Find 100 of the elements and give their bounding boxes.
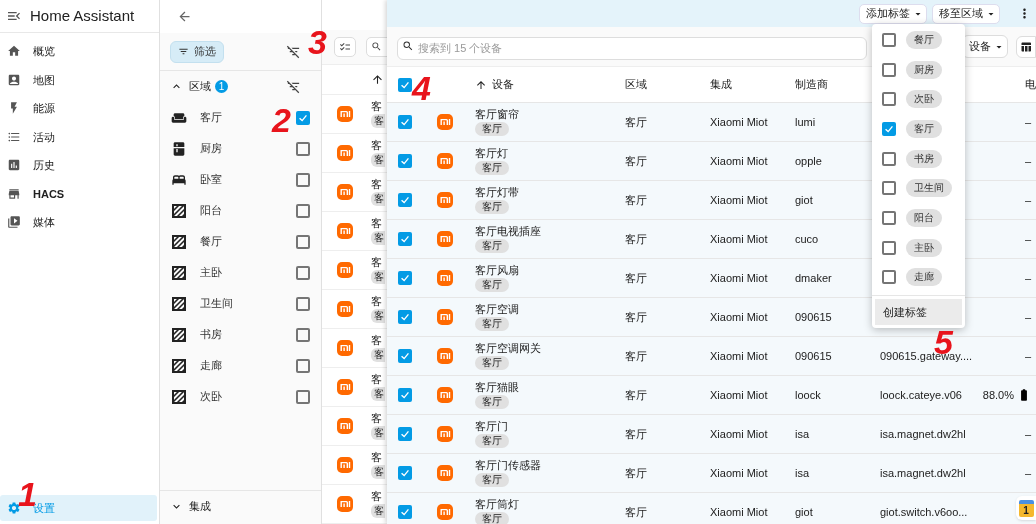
create-tag-item[interactable]: 创建标签 [875,299,962,326]
checkbox[interactable] [882,270,896,285]
device-name: 客 [371,451,382,464]
xiaomi-logo-icon [337,184,353,200]
checkbox[interactable] [398,271,412,285]
table-cell: 客厅 [625,271,647,284]
back-arrow-icon[interactable] [177,9,192,24]
device-name: 客 [371,412,382,425]
checkbox[interactable] [296,358,310,373]
sidebar-item[interactable]: HACS [0,179,159,208]
table-cell: 客厅 [625,193,647,206]
checkbox[interactable] [398,505,412,519]
sidebar-item[interactable]: 媒体 [0,208,159,237]
toolbar-button[interactable]: 添加标签 [859,3,927,24]
checklist-icon [339,40,351,53]
tag-chip[interactable]: 主卧 [906,238,942,257]
tag-chip[interactable]: 客厅 [906,119,942,138]
tag-chip[interactable]: 次卧 [906,90,942,109]
checkbox[interactable] [398,154,412,168]
checkbox[interactable] [398,115,412,129]
sidebar-item[interactable]: 概览 [0,37,159,66]
handwritten-number: 4 [412,68,431,109]
tag-chip[interactable]: 餐厅 [906,30,942,49]
group-by-button[interactable]: 设备 [962,35,1008,58]
search-field[interactable] [366,36,387,57]
area-chip: 客 [371,348,385,362]
tag-chip[interactable]: 书房 [906,149,942,168]
clear-filter-icon[interactable] [286,79,301,94]
column-header[interactable]: 制造商 [795,78,828,91]
area-chip: 客厅 [475,356,509,370]
checkbox[interactable] [882,62,896,77]
column-header[interactable]: 集成 [710,78,732,91]
checkbox[interactable] [296,110,310,125]
table-settings-button[interactable] [1016,35,1036,58]
xiaomi-logo-icon [437,348,453,364]
checkbox[interactable] [398,310,412,324]
checkbox[interactable] [398,466,412,480]
sidebar-item[interactable]: 历史 [0,151,159,180]
checkbox[interactable] [296,203,310,218]
tag-chip[interactable]: 走廊 [906,268,942,287]
device-name: 客厅风扇 [475,264,519,277]
area-chip: 客 [371,387,385,401]
checkbox[interactable] [296,389,310,404]
checkbox[interactable] [882,210,896,225]
sidebar-item[interactable]: 能源 [0,94,159,123]
checkbox[interactable] [398,388,412,402]
checkbox[interactable] [398,232,412,246]
section-title[interactable]: 区域 [189,78,211,95]
xiaomi-logo-icon [337,145,353,161]
person-card-icon [7,72,21,87]
area-chip: 客 [371,426,385,440]
area-label: 厨房 [200,141,222,157]
table-cell: Xiaomi Miot [710,466,768,479]
xiaomi-logo-icon [437,465,453,481]
area-chip: 客 [371,270,385,284]
tag-chip[interactable]: 厨房 [906,60,942,79]
sort-arrow-icon[interactable] [371,72,384,86]
checkbox[interactable] [882,92,896,107]
filter-button[interactable]: 筛选 [170,40,224,63]
checkbox[interactable] [296,234,310,249]
checkbox[interactable] [882,121,896,136]
notification-button[interactable]: 1 [1016,496,1036,520]
area-chip: 客 [371,465,385,479]
sidebar-item[interactable]: 活动 [0,122,159,151]
select-all-checkbox[interactable] [398,77,412,92]
table-cell: Xiaomi Miot [710,154,768,167]
check-icon [399,467,411,479]
sidebar-item[interactable]: 地图 [0,65,159,94]
select-mode-button[interactable] [334,36,356,57]
play-icon [7,215,21,230]
checkbox[interactable] [296,141,310,156]
checkbox[interactable] [882,240,896,255]
checkbox[interactable] [882,181,896,196]
sort-arrow-icon[interactable] [475,78,487,91]
column-header[interactable]: 区域 [625,78,647,91]
checkbox[interactable] [882,32,896,47]
checkbox[interactable] [296,327,310,342]
area-chip: 客厅 [475,200,509,214]
device-name: 客 [371,139,382,152]
area-chip: 客厅 [475,512,509,524]
home-icon [7,44,21,59]
check-icon [399,272,411,284]
toolbar-button[interactable]: 移至区域 [932,3,1000,24]
section-title[interactable]: 集成 [189,498,211,515]
checkbox[interactable] [296,172,310,187]
checkbox[interactable] [882,151,896,166]
tag-chip[interactable]: 阳台 [906,208,942,227]
column-header[interactable]: 电 [1025,76,1036,93]
checkbox[interactable] [296,265,310,280]
checkbox[interactable] [398,349,412,363]
checkbox[interactable] [296,296,310,311]
checkbox[interactable] [398,427,412,441]
search-field[interactable]: 搜索到 15 个设备 [397,36,867,60]
tag-chip[interactable]: 卫生间 [906,179,952,198]
checkbox[interactable] [398,193,412,207]
column-header[interactable]: 设备 [492,76,514,93]
check-icon [399,155,411,167]
xiaomi-logo-icon [437,270,453,286]
table-cell-text: – [1024,348,1031,364]
clear-filter-icon[interactable] [286,44,301,59]
